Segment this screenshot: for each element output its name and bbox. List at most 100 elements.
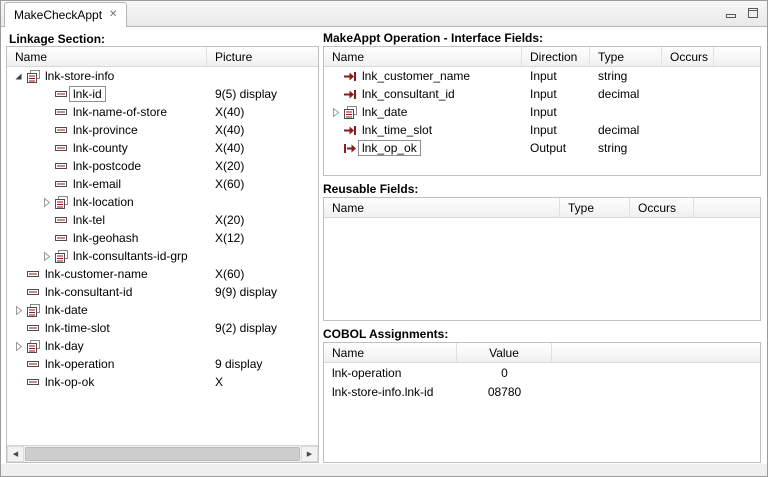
group-icon — [342, 106, 358, 119]
input-arrow-icon — [342, 89, 358, 100]
tree-row-lnk-operation[interactable]: lnk-operation9 display — [7, 355, 318, 373]
item-label[interactable]: lnk-tel — [69, 212, 109, 228]
item-label[interactable]: lnk-op-ok — [41, 374, 98, 390]
item-label[interactable]: lnk-store-info — [41, 68, 118, 84]
value-cell: Input — [522, 123, 590, 137]
tree-row-lnk-location[interactable]: lnk-location — [7, 193, 318, 211]
column-header-name[interactable]: Name — [324, 343, 457, 362]
item-label[interactable]: lnk-consultants-id-grp — [69, 248, 192, 264]
item-label[interactable]: lnk_time_slot — [358, 122, 436, 138]
table-row-lnk-store-info.lnk-id[interactable]: lnk-store-info.lnk-id08780 — [324, 382, 760, 401]
tree-row-lnk_customer_name[interactable]: lnk_customer_nameInputstring — [324, 67, 760, 85]
field-icon — [53, 216, 69, 225]
item-label[interactable]: lnk-province — [69, 122, 142, 138]
column-header-name[interactable]: Name — [7, 47, 207, 66]
name-cell: lnk-customer-name — [7, 265, 207, 283]
maximize-icon[interactable] — [746, 6, 760, 20]
tree-row-lnk-county[interactable]: lnk-countyX(40) — [7, 139, 318, 157]
item-label[interactable]: lnk-consultant-id — [41, 284, 136, 300]
tree-row-lnk-date[interactable]: lnk-date — [7, 301, 318, 319]
tree-row-lnk-consultant-id[interactable]: lnk-consultant-id 9(9) display — [7, 283, 318, 301]
value-cell: decimal — [590, 87, 662, 101]
tree-row-lnk_date[interactable]: lnk_dateInput — [324, 103, 760, 121]
scroll-right-icon[interactable]: ▶ — [301, 446, 318, 462]
column-header-direction[interactable]: Direction — [522, 47, 590, 66]
horizontal-scrollbar[interactable]: ◀ ▶ — [7, 445, 318, 462]
field-icon — [53, 162, 69, 171]
item-label[interactable]: lnk-location — [69, 194, 138, 210]
value-cell: 9(9) display — [207, 285, 318, 299]
tree-row-lnk-geohash[interactable]: lnk-geohashX(12) — [7, 229, 318, 247]
tree-row-lnk-store-info[interactable]: lnk-store-info — [7, 67, 318, 85]
item-label[interactable]: lnk_date — [358, 104, 411, 120]
name-cell: lnk_time_slot — [324, 121, 522, 139]
collapsed-arrow-icon[interactable] — [11, 305, 25, 316]
item-label[interactable]: lnk-operation — [41, 356, 118, 372]
collapsed-arrow-icon[interactable] — [11, 341, 25, 352]
column-header-type[interactable]: Type — [560, 198, 630, 217]
tree-row-lnk-id[interactable]: lnk-id9(5) display — [7, 85, 318, 103]
column-header-type[interactable]: Type — [590, 47, 662, 66]
value-cell: X(60) — [207, 177, 318, 191]
scroll-left-icon[interactable]: ◀ — [7, 446, 24, 462]
tree-row-lnk_consultant_id[interactable]: lnk_consultant_idInputdecimal — [324, 85, 760, 103]
value-cell: X(40) — [207, 123, 318, 137]
column-header-occurs[interactable]: Occurs — [630, 198, 694, 217]
name-cell: lnk-time-slot — [7, 319, 207, 337]
column-header-picture[interactable]: Picture — [207, 47, 318, 66]
value-cell: X(20) — [207, 213, 318, 227]
item-label[interactable]: lnk_consultant_id — [358, 86, 459, 102]
column-header-name[interactable]: Name — [324, 47, 522, 66]
item-label[interactable]: lnk-customer-name — [41, 266, 152, 282]
scrollbar-thumb[interactable] — [25, 447, 300, 461]
item-label[interactable]: lnk-geohash — [69, 230, 142, 246]
tree-row-lnk-customer-name[interactable]: lnk-customer-name X(60) — [7, 265, 318, 283]
linkage-table-body: lnk-store-infolnk-id9(5) displaylnk-name… — [7, 67, 318, 391]
column-header-occurs[interactable]: Occurs — [662, 47, 714, 66]
item-label[interactable]: lnk-email — [69, 176, 125, 192]
name-cell: lnk-tel — [7, 211, 207, 229]
tree-row-lnk_time_slot[interactable]: lnk_time_slotInputdecimal — [324, 121, 760, 139]
column-header-value[interactable]: Value — [457, 343, 552, 362]
tree-row-lnk-email[interactable]: lnk-email X(60) — [7, 175, 318, 193]
tree-row-lnk-consultants-id-grp[interactable]: lnk-consultants-id-grp — [7, 247, 318, 265]
item-label[interactable]: lnk_op_ok — [358, 140, 421, 156]
group-icon — [53, 196, 69, 209]
item-label[interactable]: lnk-name-of-store — [69, 104, 171, 120]
tree-row-lnk_op_ok[interactable]: lnk_op_okOutputstring — [324, 139, 760, 157]
field-icon — [25, 360, 41, 369]
collapsed-arrow-icon[interactable] — [39, 197, 53, 208]
field-icon — [25, 378, 41, 387]
group-icon — [25, 70, 41, 83]
item-label[interactable]: lnk-county — [69, 140, 132, 156]
minimize-icon[interactable] — [724, 6, 738, 20]
value-cell: X(60) — [207, 267, 318, 281]
cobol-assignments-table: NameValue lnk-operation0lnk-store-info.l… — [323, 342, 761, 463]
expanded-arrow-icon[interactable] — [11, 71, 25, 82]
tree-row-lnk-tel[interactable]: lnk-tel X(20) — [7, 211, 318, 229]
item-label[interactable]: lnk-id — [69, 86, 106, 102]
collapsed-arrow-icon[interactable] — [39, 251, 53, 262]
name-cell: lnk-consultant-id — [7, 283, 207, 301]
tree-row-lnk-op-ok[interactable]: lnk-op-okX — [7, 373, 318, 391]
view-controls — [724, 6, 760, 20]
tree-row-lnk-province[interactable]: lnk-province X(40) — [7, 121, 318, 139]
collapsed-arrow-icon[interactable] — [328, 107, 342, 118]
item-label[interactable]: lnk-postcode — [69, 158, 145, 174]
tab-close-icon[interactable]: ✕ — [109, 10, 117, 20]
tree-row-lnk-time-slot[interactable]: lnk-time-slot9(2) display — [7, 319, 318, 337]
item-label[interactable]: lnk-time-slot — [41, 320, 114, 336]
value-cell: lnk-store-info.lnk-id — [324, 385, 457, 399]
field-icon — [25, 270, 41, 279]
tab-makecheckappt[interactable]: MakeCheckAppt ✕ — [4, 2, 127, 27]
table-row-lnk-operation[interactable]: lnk-operation0 — [324, 363, 760, 382]
tree-row-lnk-postcode[interactable]: lnk-postcodeX(20) — [7, 157, 318, 175]
tree-row-lnk-name-of-store[interactable]: lnk-name-of-storeX(40) — [7, 103, 318, 121]
item-label[interactable]: lnk-day — [41, 338, 88, 354]
item-label[interactable]: lnk_customer_name — [358, 68, 474, 84]
column-header-name[interactable]: Name — [324, 198, 560, 217]
name-cell: lnk-email — [7, 175, 207, 193]
name-cell: lnk-day — [7, 337, 207, 355]
item-label[interactable]: lnk-date — [41, 302, 92, 318]
tree-row-lnk-day[interactable]: lnk-day — [7, 337, 318, 355]
